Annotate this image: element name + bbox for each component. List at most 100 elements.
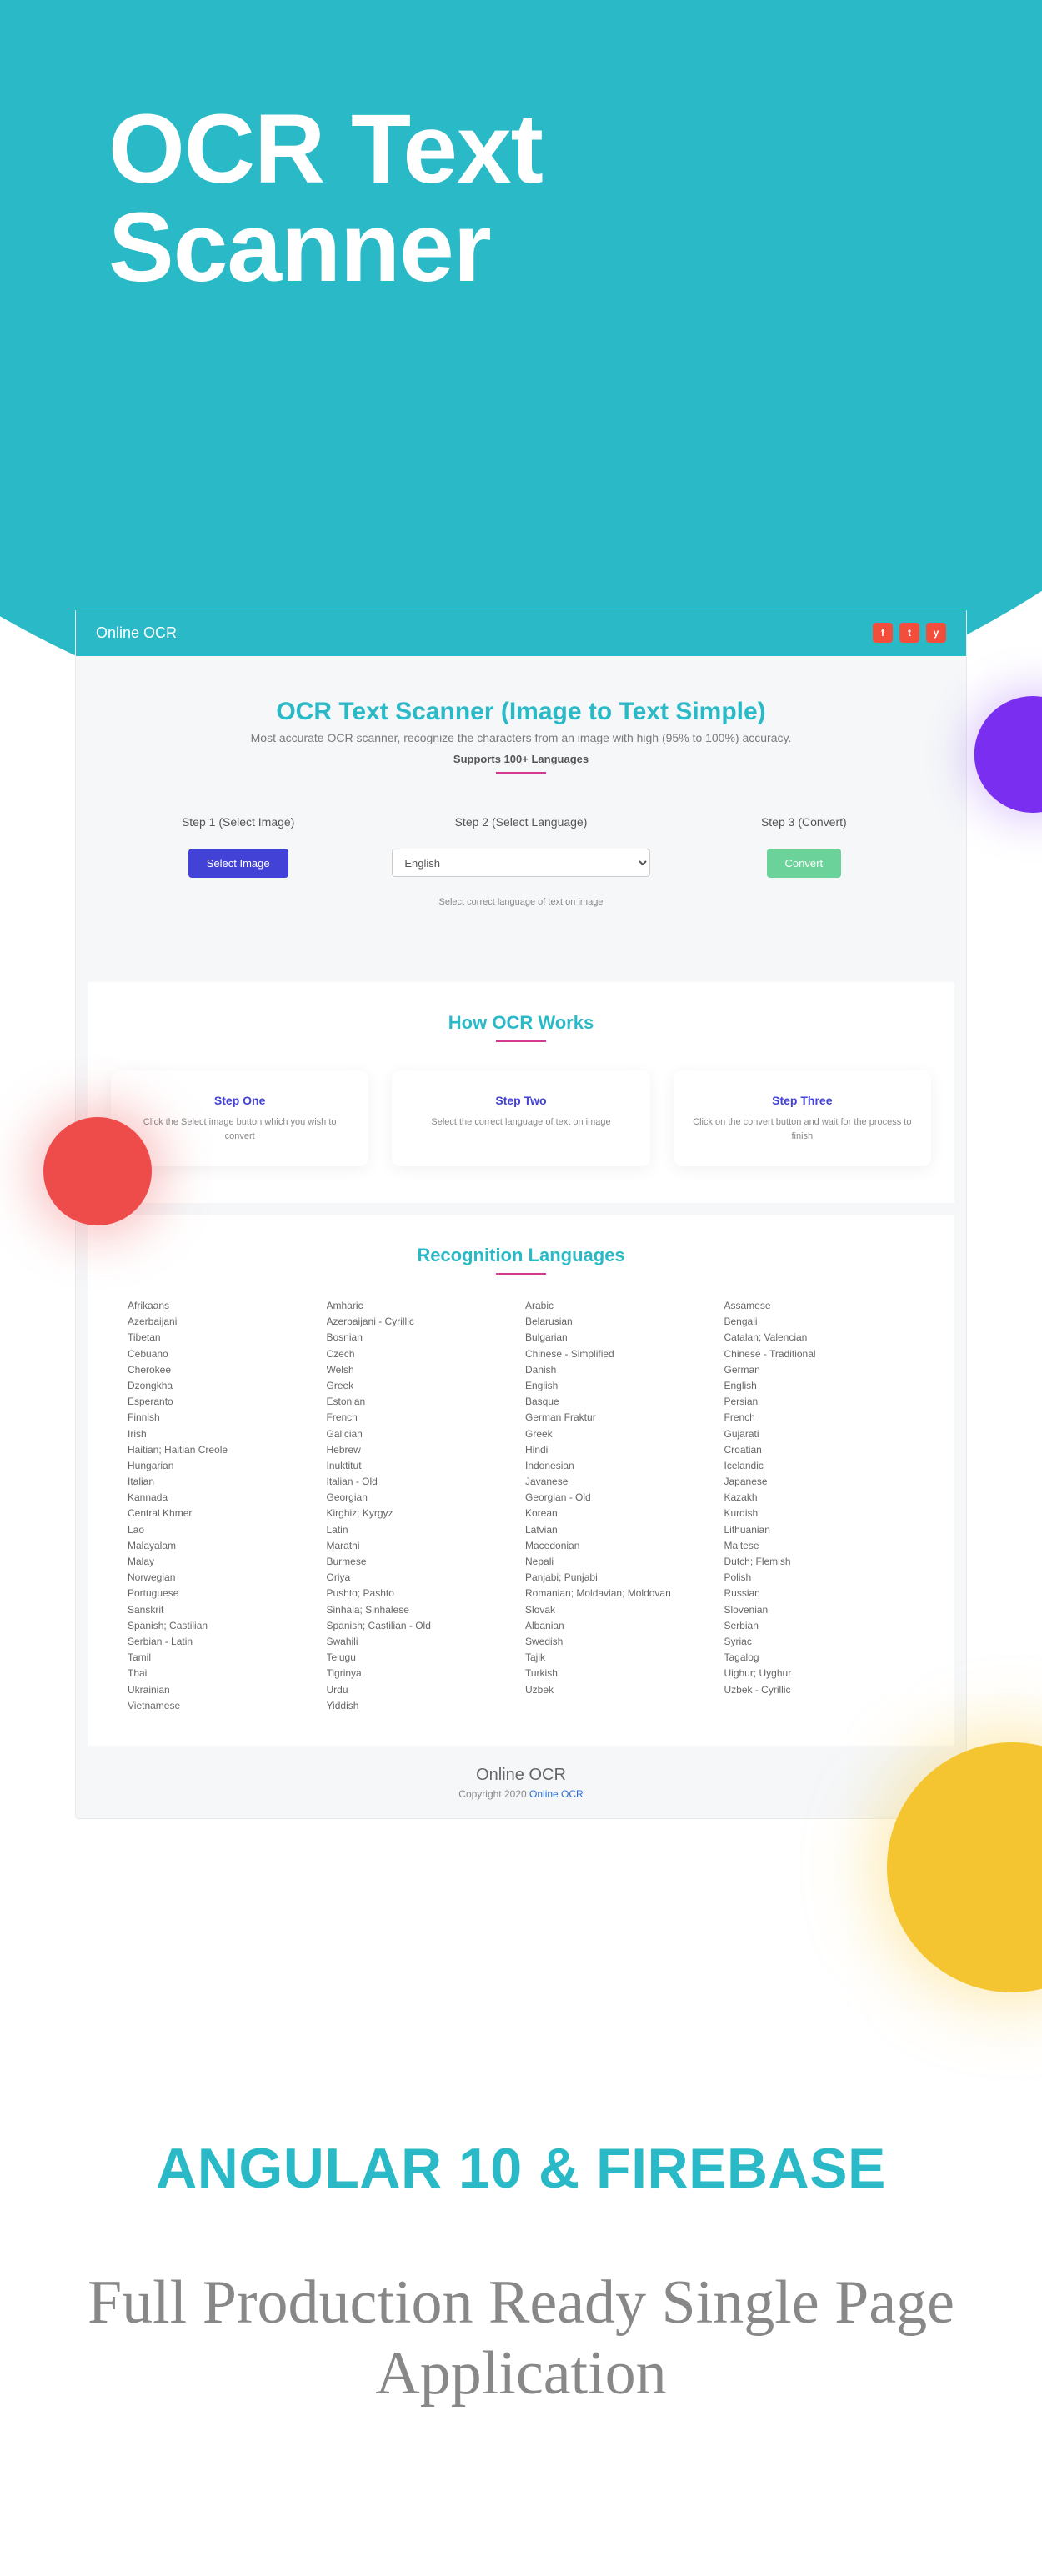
lang-item: Yiddish <box>327 1698 518 1714</box>
lang-item: Greek <box>525 1426 716 1442</box>
lang-item: Lao <box>128 1522 318 1538</box>
how-it-works-section: How OCR Works Step One Click the Select … <box>88 982 954 1203</box>
topbar: Online OCR f t y <box>76 609 966 656</box>
footer-link[interactable]: Online OCR <box>529 1788 584 1800</box>
social-links: f t y <box>873 623 946 643</box>
lang-item: Maltese <box>724 1538 915 1554</box>
lang-item: Afrikaans <box>128 1298 318 1314</box>
lang-item: Chinese - Traditional <box>724 1346 915 1362</box>
lang-item: Azerbaijani - Cyrillic <box>327 1314 518 1330</box>
lang-item: Marathi <box>327 1538 518 1554</box>
footer: Online OCR Copyright 2020 Online OCR <box>76 1746 966 1808</box>
lang-item: Bosnian <box>327 1330 518 1346</box>
step-1-col: Step 1 (Select Image) Select Image <box>109 815 367 907</box>
step-3-col: Step 3 (Convert) Convert <box>675 815 933 907</box>
lang-col-2: AmharicAzerbaijani - CyrillicBosnianCzec… <box>327 1298 518 1714</box>
lang-item: Belarusian <box>525 1314 716 1330</box>
lang-item: Bengali <box>724 1314 915 1330</box>
lang-item: Welsh <box>327 1362 518 1378</box>
lang-col-1: AfrikaansAzerbaijaniTibetanCebuanoCherok… <box>128 1298 318 1714</box>
lang-item: Latvian <box>525 1522 716 1538</box>
app-screenshot: Online OCR f t y OCR Text Scanner (Image… <box>75 609 967 1819</box>
lang-item: Romanian; Moldavian; Moldovan <box>525 1586 716 1601</box>
lang-item: Chinese - Simplified <box>525 1346 716 1362</box>
lang-item: Kirghiz; Kyrgyz <box>327 1506 518 1521</box>
lang-item: Bulgarian <box>525 1330 716 1346</box>
lang-item: Czech <box>327 1346 518 1362</box>
twitter-icon[interactable]: t <box>899 623 919 643</box>
facebook-icon[interactable]: f <box>873 623 893 643</box>
youtube-icon[interactable]: y <box>926 623 946 643</box>
lang-item: Polish <box>724 1570 915 1586</box>
lang-item: Arabic <box>525 1298 716 1314</box>
lang-item: Turkish <box>525 1666 716 1681</box>
lang-item: Portuguese <box>128 1586 318 1601</box>
lang-item: Hebrew <box>327 1442 518 1458</box>
lang-item: Finnish <box>128 1410 318 1426</box>
lang-item: English <box>525 1378 716 1394</box>
lang-item: Uighur; Uyghur <box>724 1666 915 1681</box>
hero-section: OCR Text Scanner <box>0 0 1042 634</box>
card-title: Step One <box>128 1094 352 1107</box>
lang-item: Sanskrit <box>128 1602 318 1618</box>
lang-item: Thai <box>128 1666 318 1681</box>
step-2-label: Step 2 (Select Language) <box>392 815 649 829</box>
lang-item: Kazakh <box>724 1490 915 1506</box>
lang-item: Catalan; Valencian <box>724 1330 915 1346</box>
lang-item: Oriya <box>327 1570 518 1586</box>
lang-item: Vietnamese <box>128 1698 318 1714</box>
lang-item: French <box>724 1410 915 1426</box>
lang-item: Kurdish <box>724 1506 915 1521</box>
lang-item: Lithuanian <box>724 1522 915 1538</box>
lang-item: Central Khmer <box>128 1506 318 1521</box>
lang-item: Cherokee <box>128 1362 318 1378</box>
lang-item: Azerbaijani <box>128 1314 318 1330</box>
lang-item: Latin <box>327 1522 518 1538</box>
lang-item: Tagalog <box>724 1650 915 1666</box>
lang-item: Russian <box>724 1586 915 1601</box>
lang-item: Estonian <box>327 1394 518 1410</box>
lang-item: Malayalam <box>128 1538 318 1554</box>
divider <box>496 1040 546 1042</box>
footer-brand: Online OCR <box>76 1766 966 1785</box>
languages-columns: AfrikaansAzerbaijaniTibetanCebuanoCherok… <box>128 1298 914 1714</box>
language-select[interactable]: English <box>392 849 649 877</box>
convert-button[interactable]: Convert <box>767 849 842 878</box>
lang-item: Serbian - Latin <box>128 1634 318 1650</box>
marketing-line-1: ANGULAR 10 & FIREBASE <box>33 2136 1009 2201</box>
lang-item: Dutch; Flemish <box>724 1554 915 1570</box>
supports-label: Supports 100+ Languages <box>109 753 933 765</box>
marketing-line-2: Full Production Ready Single Page Applic… <box>33 2268 1009 2409</box>
lang-item: Slovenian <box>724 1602 915 1618</box>
hero-title: OCR Text Scanner <box>108 100 543 297</box>
lang-item: Hindi <box>525 1442 716 1458</box>
steps-row: Step 1 (Select Image) Select Image Step … <box>76 790 966 974</box>
lang-item: Haitian; Haitian Creole <box>128 1442 318 1458</box>
lang-item: Dzongkha <box>128 1378 318 1394</box>
card-text: Click the Select image button which you … <box>128 1115 352 1143</box>
lang-item: Uzbek <box>525 1682 716 1698</box>
languages-section: Recognition Languages AfrikaansAzerbaija… <box>88 1215 954 1746</box>
lang-item: Italian <box>128 1474 318 1490</box>
lang-item: Italian - Old <box>327 1474 518 1490</box>
lang-item: Syriac <box>724 1634 915 1650</box>
lang-item: Tamil <box>128 1650 318 1666</box>
how-card-3: Step Three Click on the convert button a… <box>674 1070 931 1166</box>
lang-item: Croatian <box>724 1442 915 1458</box>
step-3-label: Step 3 (Convert) <box>675 815 933 829</box>
how-card-2: Step Two Select the correct language of … <box>392 1070 649 1166</box>
lang-item: Spanish; Castilian <box>128 1618 318 1634</box>
divider <box>496 772 546 774</box>
brand[interactable]: Online OCR <box>96 624 177 642</box>
lang-item: Malay <box>128 1554 318 1570</box>
lang-item: Norwegian <box>128 1570 318 1586</box>
lang-item: German Fraktur <box>525 1410 716 1426</box>
card-title: Step Two <box>408 1094 633 1107</box>
lang-item: Hungarian <box>128 1458 318 1474</box>
how-title: How OCR Works <box>111 1012 931 1034</box>
select-image-button[interactable]: Select Image <box>188 849 288 878</box>
lang-item: Uzbek - Cyrillic <box>724 1682 915 1698</box>
card-text: Select the correct language of text on i… <box>408 1115 633 1130</box>
lang-item: Slovak <box>525 1602 716 1618</box>
lang-item: Galician <box>327 1426 518 1442</box>
